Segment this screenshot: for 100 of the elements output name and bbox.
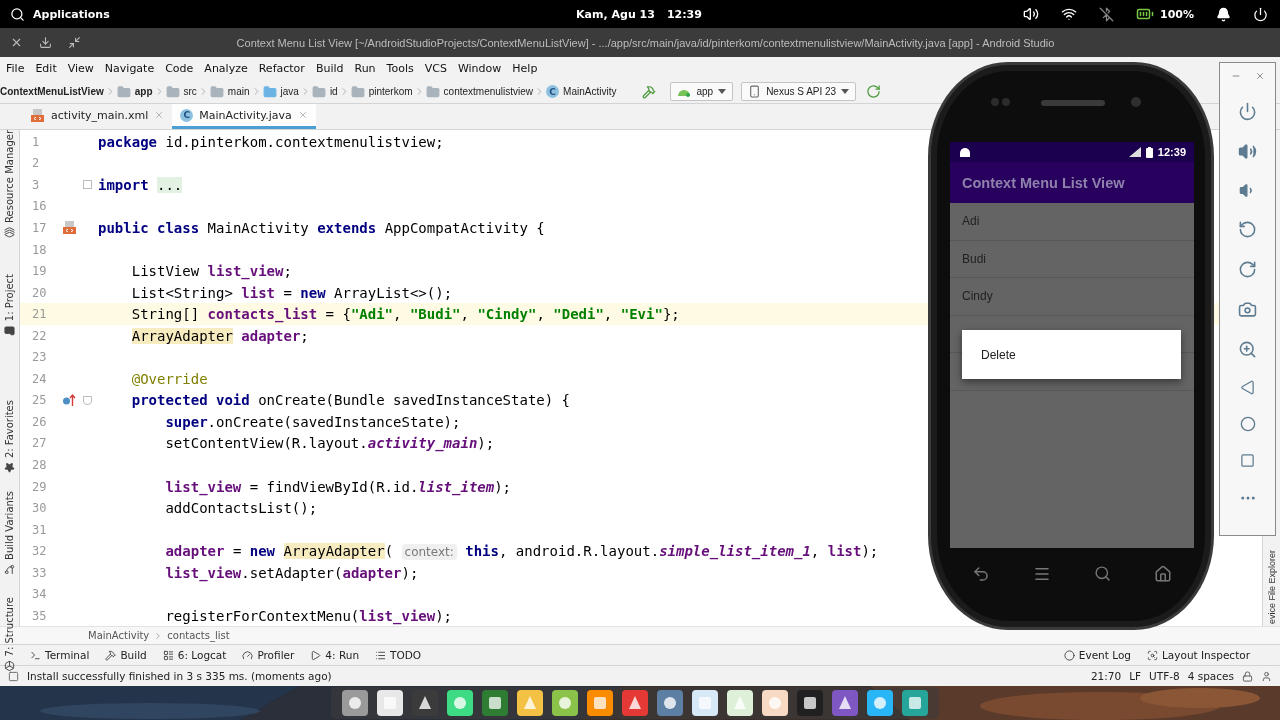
editor-tab[interactable]: C MainActivity.java xyxy=(172,104,316,129)
app-launcher-icon[interactable] xyxy=(551,689,579,717)
close-icon[interactable] xyxy=(1254,71,1265,81)
tool-window-tab[interactable]: evice File Explorer xyxy=(1266,549,1277,624)
bluetooth-off-icon[interactable] xyxy=(1099,6,1114,22)
app-launcher-icon[interactable] xyxy=(726,689,754,717)
hammer-icon[interactable] xyxy=(642,84,657,99)
breadcrumb-item[interactable]: app xyxy=(116,84,153,99)
lock-icon[interactable] xyxy=(1242,670,1253,682)
app-launcher-icon[interactable] xyxy=(761,689,789,717)
rotate-right-icon[interactable] xyxy=(1238,260,1257,279)
menu-item[interactable]: Edit xyxy=(35,62,57,75)
resources-icon xyxy=(4,226,15,238)
notification-icon[interactable] xyxy=(1216,6,1231,22)
applications-menu[interactable]: Applications xyxy=(33,7,110,21)
code-line: list_view.setAdapter(adapter); xyxy=(164,564,419,581)
app-launcher-icon[interactable] xyxy=(901,689,929,717)
tool-window-button[interactable]: Terminal xyxy=(30,649,90,661)
editor-tab[interactable]: activity_main.xml xyxy=(22,104,173,129)
app-launcher-icon[interactable] xyxy=(481,689,509,717)
zoom-icon[interactable] xyxy=(1238,340,1257,359)
power-icon[interactable] xyxy=(1253,6,1268,22)
app-launcher-icon[interactable] xyxy=(376,689,404,717)
menu-item[interactable]: Refactor xyxy=(258,62,305,75)
app-launcher-icon[interactable] xyxy=(516,689,544,717)
menu-item[interactable]: Navigate xyxy=(104,62,155,75)
breadcrumb-item[interactable]: src xyxy=(165,84,197,99)
app-launcher-icon[interactable] xyxy=(796,689,824,717)
app-launcher-icon[interactable] xyxy=(411,689,439,717)
breadcrumb-item[interactable]: MainActivity xyxy=(88,630,150,641)
menu-item[interactable]: Analyze xyxy=(204,62,248,75)
breadcrumb-item[interactable]: id xyxy=(311,84,338,99)
cursor-position[interactable]: 21:70 xyxy=(1090,670,1122,682)
tool-window-button[interactable]: TODO xyxy=(375,649,422,661)
device-dropdown[interactable]: Nexus S API 23 xyxy=(741,82,857,101)
back-icon[interactable] xyxy=(1240,380,1255,395)
wifi-icon[interactable] xyxy=(1061,6,1077,22)
tool-window-button[interactable]: Profiler xyxy=(242,649,295,661)
home-icon[interactable] xyxy=(1239,416,1256,432)
volume-up-icon[interactable] xyxy=(1238,142,1257,161)
tool-window-button[interactable]: Layout Inspector xyxy=(1147,649,1250,661)
breadcrumb-item[interactable]: java xyxy=(262,84,299,99)
app-launcher-icon[interactable] xyxy=(866,689,894,717)
restore-icon[interactable] xyxy=(68,36,81,49)
app-launcher-icon[interactable] xyxy=(446,689,474,717)
tool-window-tab[interactable]: 1: Project xyxy=(4,273,15,336)
breadcrumb-item[interactable]: C MainActivity xyxy=(546,85,617,98)
menu-item[interactable]: File xyxy=(6,62,25,75)
app-launcher-icon[interactable] xyxy=(656,689,684,717)
user-icon[interactable] xyxy=(1261,670,1272,682)
app-launcher-icon[interactable] xyxy=(586,689,614,717)
camera-icon[interactable] xyxy=(1238,300,1257,319)
menu-item[interactable]: Help xyxy=(512,62,538,75)
phone-clock: 12:39 xyxy=(1157,146,1186,158)
tool-window-button[interactable]: 4: Run xyxy=(310,649,360,661)
line-number: 34 xyxy=(31,587,48,602)
run-config-dropdown[interactable]: app xyxy=(670,82,734,101)
fold-toggle[interactable] xyxy=(82,395,92,405)
indent-setting[interactable]: 4 spaces xyxy=(1187,670,1234,682)
menu-item[interactable]: View xyxy=(67,62,94,75)
tool-window-button[interactable]: Build xyxy=(105,649,147,661)
menu-icon[interactable] xyxy=(1032,565,1051,583)
layout-file-icon xyxy=(30,107,45,123)
menu-item[interactable]: Tools xyxy=(386,62,414,75)
tool-window-tab[interactable]: 2: Favorites xyxy=(4,400,15,474)
app-launcher-icon[interactable] xyxy=(691,689,719,717)
volume-icon[interactable] xyxy=(1023,6,1039,22)
line-number: 2 xyxy=(31,156,41,171)
app-launcher-icon[interactable] xyxy=(831,689,859,717)
menu-item[interactable]: Run xyxy=(354,62,376,75)
tool-window-tab[interactable]: Resource Manager xyxy=(4,130,15,238)
menu-item[interactable]: VCS xyxy=(424,62,447,75)
breadcrumb-item[interactable]: pinterkom xyxy=(350,84,413,99)
menu-item[interactable]: Code xyxy=(165,62,194,75)
breadcrumb-item[interactable]: contextmenulistview xyxy=(425,84,534,99)
menu-item[interactable]: Build xyxy=(315,62,344,75)
file-encoding[interactable]: UTF-8 xyxy=(1149,670,1180,682)
menu-item[interactable]: Delete xyxy=(981,347,1016,362)
tool-window-tab[interactable]: 7: Structure xyxy=(4,597,15,672)
rotate-left-icon[interactable] xyxy=(1238,220,1257,239)
rerun-icon[interactable] xyxy=(866,84,882,99)
fold-toggle[interactable] xyxy=(82,180,92,190)
class-icon: C xyxy=(180,108,194,122)
close-icon[interactable] xyxy=(10,36,23,49)
tool-window-button[interactable]: Event Log xyxy=(1063,649,1131,661)
breadcrumb-item[interactable]: main xyxy=(209,84,250,99)
line-number: 35 xyxy=(31,608,48,623)
app-launcher-icon[interactable] xyxy=(621,689,649,717)
search-icon[interactable] xyxy=(10,6,25,22)
download-icon[interactable] xyxy=(39,36,52,49)
breadcrumb-item[interactable]: contacts_list xyxy=(167,630,230,641)
overview-icon[interactable] xyxy=(1240,453,1255,468)
home-icon[interactable] xyxy=(1154,565,1173,583)
line-separator[interactable]: LF xyxy=(1129,670,1142,682)
app-launcher-icon[interactable] xyxy=(341,689,369,717)
breadcrumb-item[interactable]: ContextMenuListView xyxy=(0,86,104,97)
menu-item[interactable]: Window xyxy=(457,62,502,75)
tool-window-button[interactable]: 6: Logcat xyxy=(162,649,227,661)
tool-window-tab[interactable]: Build Variants xyxy=(4,491,15,576)
back-icon[interactable] xyxy=(971,565,990,583)
